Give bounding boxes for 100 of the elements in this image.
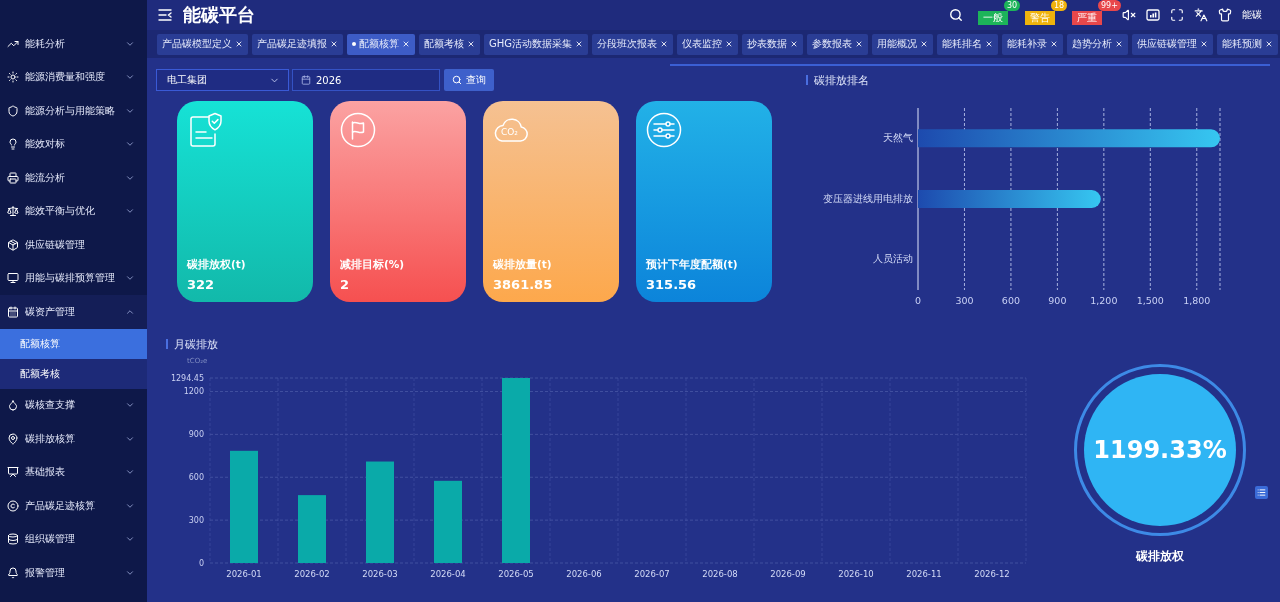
- close-icon[interactable]: [920, 40, 929, 48]
- sidebar-item[interactable]: 组织碳管理: [0, 522, 147, 556]
- axis-label: 0: [198, 558, 204, 568]
- sidebar-item[interactable]: 报警管理: [0, 556, 147, 590]
- floating-button[interactable]: [1255, 486, 1268, 499]
- tab[interactable]: 仪表监控: [677, 33, 739, 55]
- count-badge: 18: [1051, 0, 1068, 11]
- tab[interactable]: 配额考核: [419, 33, 480, 55]
- sidebar-item[interactable]: 碳核查支撑: [0, 388, 147, 422]
- gauge-label: 碳排放权: [1136, 548, 1184, 565]
- close-icon[interactable]: [467, 40, 475, 48]
- axis-label: 900: [188, 429, 204, 439]
- card-label: 预计下年度配额(t): [646, 257, 739, 271]
- axis-label: 1,800: [1183, 295, 1211, 306]
- close-icon[interactable]: [1200, 40, 1209, 48]
- fullscreen-icon[interactable]: [1170, 8, 1184, 22]
- screen-chart-icon[interactable]: [1146, 8, 1160, 22]
- tab[interactable]: 产品碳足迹填报: [252, 33, 343, 55]
- company-select[interactable]: 电工集团: [156, 69, 289, 91]
- tab[interactable]: 供应链碳管理: [1132, 33, 1214, 55]
- sidebar-item[interactable]: 基础报表: [0, 455, 147, 489]
- sidebar-subitem[interactable]: 配额核算: [0, 328, 147, 359]
- close-icon[interactable]: [330, 40, 338, 48]
- user-name[interactable]: 能碳: [1242, 8, 1262, 22]
- shirt-icon[interactable]: [1218, 8, 1232, 22]
- axis-label: 1294.45: [170, 373, 204, 383]
- axis-label: 2026-08: [702, 569, 738, 579]
- card-label: 减排目标(%): [340, 257, 406, 271]
- monitor-icon: [7, 272, 19, 285]
- axis-label: 2026-11: [906, 569, 942, 579]
- sidebar-item[interactable]: 用能与碳排预算管理: [0, 261, 147, 295]
- sun-icon: [7, 71, 19, 84]
- close-icon[interactable]: [725, 40, 734, 48]
- scale-icon: [7, 205, 19, 218]
- panel-title: 碳排放排名: [814, 72, 869, 88]
- tab[interactable]: 产品碳模型定义: [157, 33, 248, 55]
- presentation-icon: [7, 466, 19, 479]
- sidebar-item[interactable]: 能效对标: [0, 127, 147, 161]
- alert-badge[interactable]: 严重: [1072, 11, 1102, 25]
- category-label: 人员活动: [873, 253, 913, 265]
- sidebar-item[interactable]: 能效平衡与优化: [0, 194, 147, 228]
- tab[interactable]: 分段班次报表: [592, 33, 674, 55]
- tab[interactable]: 抄表数据: [742, 33, 804, 55]
- card-value: 315.56: [646, 277, 698, 293]
- mute-icon[interactable]: [1122, 8, 1136, 22]
- axis-label: 2026-01: [226, 569, 262, 579]
- close-icon[interactable]: [235, 40, 243, 48]
- tab[interactable]: 参数报表: [807, 33, 869, 55]
- database-icon: [7, 533, 19, 546]
- year-field[interactable]: 2026: [292, 69, 440, 91]
- lightbulb-icon: [7, 138, 19, 151]
- document-shield-icon: [187, 112, 223, 148]
- axis-label: 2026-02: [294, 569, 330, 579]
- category-label: 天然气: [883, 131, 913, 143]
- menu-icon[interactable]: [158, 9, 172, 21]
- close-icon[interactable]: [985, 40, 994, 48]
- axis-label: 600: [1001, 295, 1020, 306]
- card-value: 322: [187, 277, 216, 293]
- sidebar-item[interactable]: 碳资产管理: [0, 295, 147, 329]
- search-icon[interactable]: [949, 8, 963, 22]
- flag-icon: [340, 112, 376, 148]
- axis-label: 300: [955, 295, 974, 306]
- query-button[interactable]: 查询: [444, 69, 494, 91]
- close-icon[interactable]: [1050, 40, 1059, 48]
- accent-bar-icon: [166, 339, 168, 349]
- translate-icon[interactable]: [1194, 8, 1208, 22]
- close-icon[interactable]: [790, 40, 799, 48]
- sidebar-item[interactable]: 供应链碳管理: [0, 228, 147, 262]
- axis-label: 2026-05: [498, 569, 534, 579]
- bar: [298, 495, 326, 563]
- tab[interactable]: 能耗排名: [937, 33, 999, 55]
- close-icon[interactable]: [660, 40, 669, 48]
- sidebar-item[interactable]: 碳排放核算: [0, 422, 147, 456]
- copyright-icon: [7, 499, 19, 512]
- search-icon: [452, 75, 462, 85]
- sidebar-subitem[interactable]: 配额考核: [0, 358, 147, 389]
- printer-icon: [7, 171, 19, 184]
- tab[interactable]: GHG活动数据采集: [484, 33, 589, 55]
- tab[interactable]: 能耗预测: [1217, 33, 1279, 55]
- card-label: 碳排放权(t): [187, 257, 247, 271]
- axis-label: 300: [188, 515, 204, 525]
- sidebar-item[interactable]: 产品碳足迹核算: [0, 489, 147, 523]
- close-icon[interactable]: [402, 40, 410, 48]
- sidebar-item[interactable]: 能源消费量和强度: [0, 60, 147, 94]
- count-badge: 30: [1004, 0, 1021, 11]
- tab[interactable]: 能耗补录: [1002, 33, 1064, 55]
- card-value: 2: [340, 277, 351, 293]
- axis-label: 1200: [183, 387, 204, 396]
- sidebar-item[interactable]: 能源分析与用能策略: [0, 94, 147, 128]
- sidebar-item[interactable]: 能流分析: [0, 161, 147, 195]
- tab[interactable]: 趋势分析: [1067, 33, 1129, 55]
- tab[interactable]: 用能概况: [872, 33, 934, 55]
- icon-caption: CO₂: [501, 127, 518, 137]
- close-icon[interactable]: [575, 40, 584, 48]
- close-icon[interactable]: [855, 40, 864, 48]
- sidebar-item[interactable]: 能耗分析: [0, 27, 147, 61]
- close-icon[interactable]: [1265, 40, 1274, 48]
- close-icon[interactable]: [1115, 40, 1124, 48]
- active-dot-icon: [352, 42, 356, 46]
- tab[interactable]: 配额核算: [347, 33, 415, 55]
